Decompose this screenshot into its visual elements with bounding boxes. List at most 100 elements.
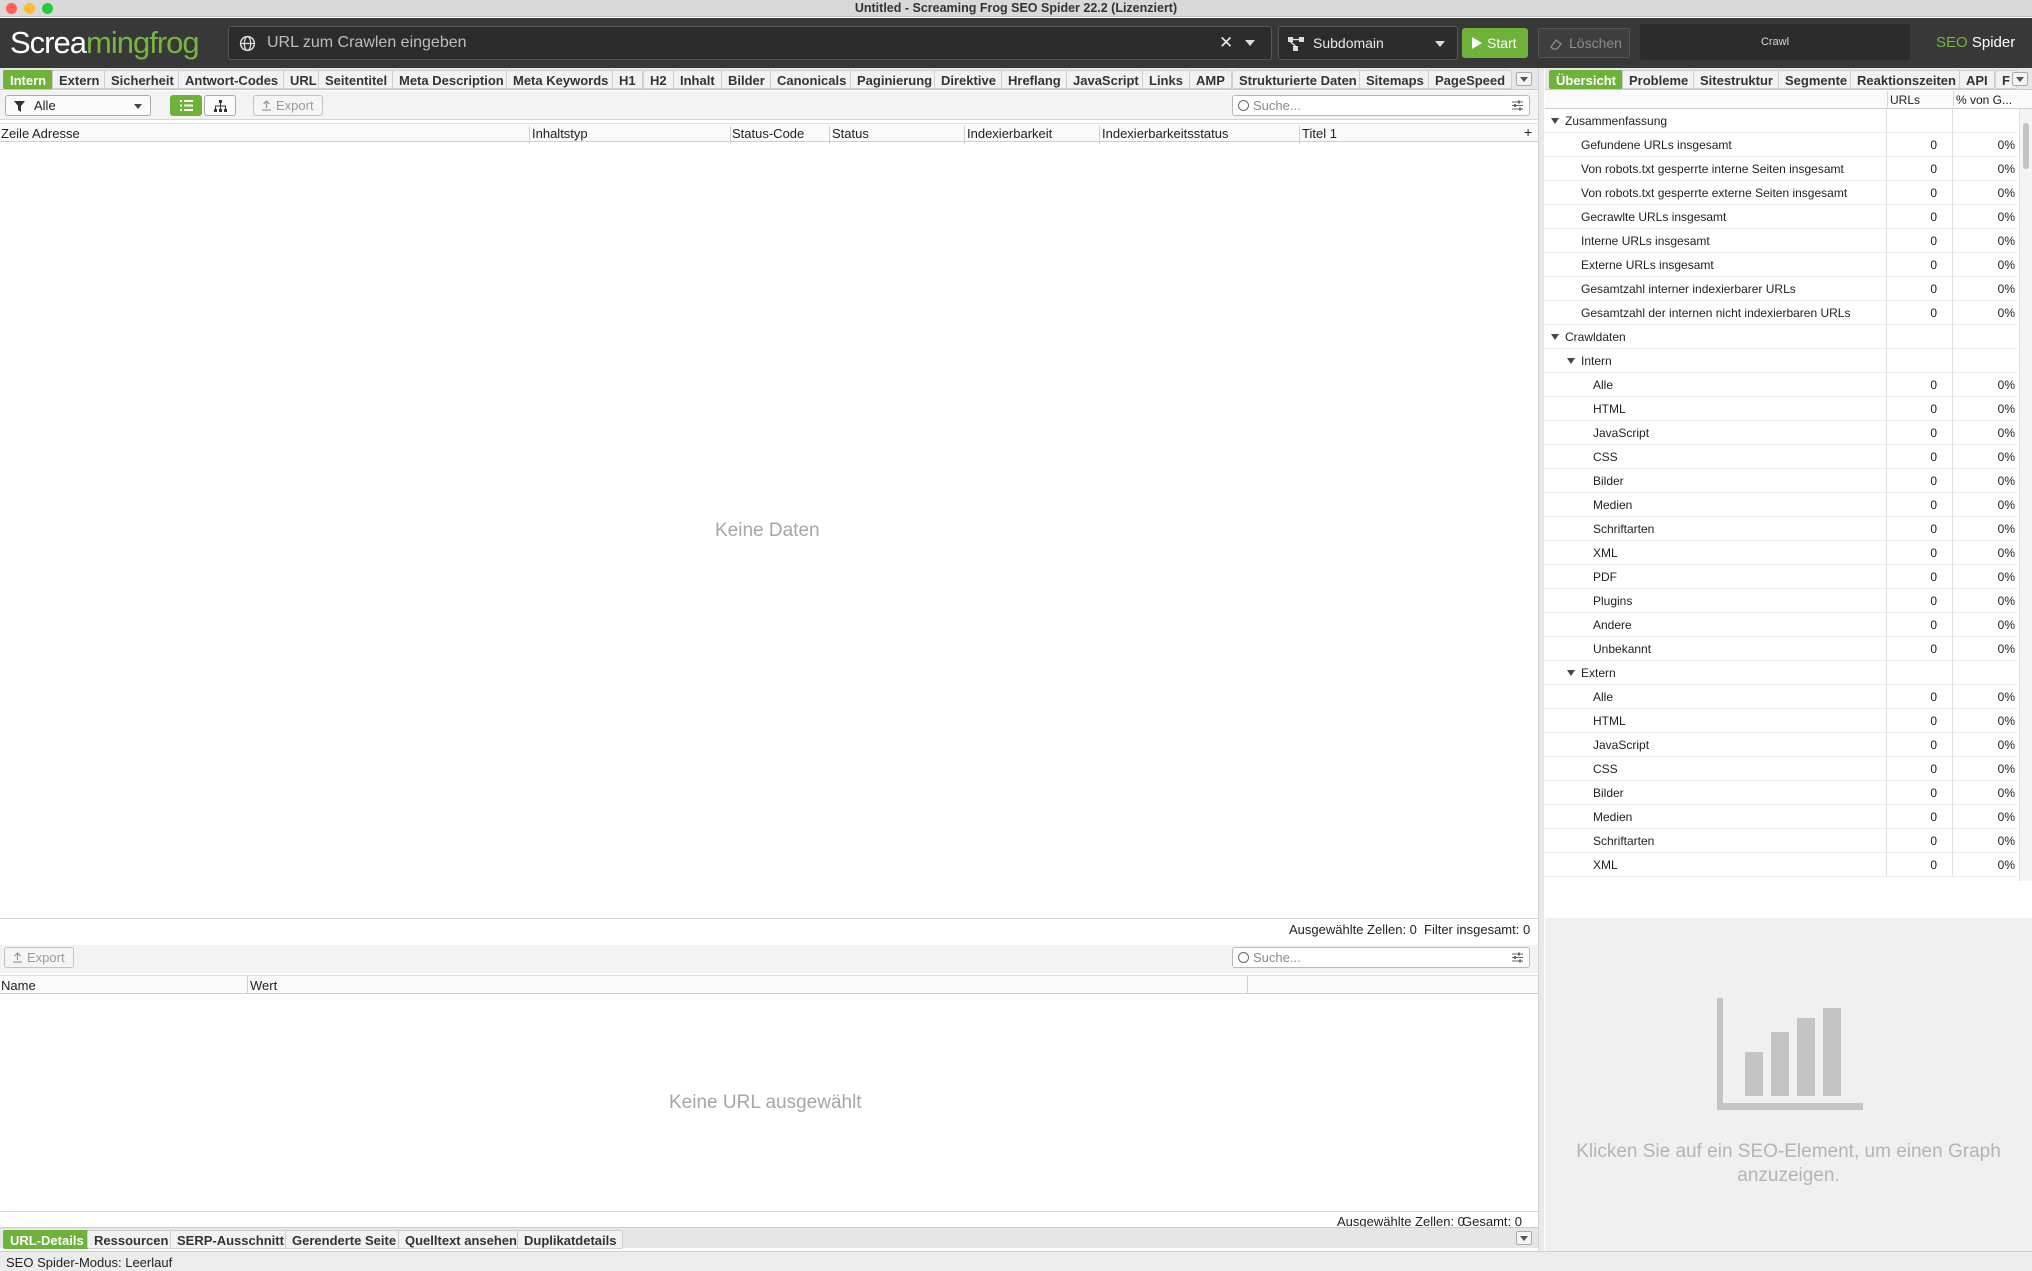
overview-row[interactable]: Andere 0 0%: [1545, 613, 2017, 637]
overview-row[interactable]: Bilder 0 0%: [1545, 469, 2017, 493]
tab-paginierung[interactable]: Paginierung: [850, 70, 940, 89]
more-tabs-dropdown[interactable]: [1516, 72, 1532, 86]
tab-sitestruktur[interactable]: Sitestruktur: [1693, 70, 1780, 89]
tab-segmente[interactable]: Segmente: [1778, 70, 1855, 89]
scrollbar-thumb[interactable]: [2023, 123, 2029, 169]
column-header-adresse[interactable]: Adresse: [32, 126, 80, 141]
column-header-wert[interactable]: Wert: [250, 978, 277, 993]
tab-api[interactable]: API: [1959, 70, 1995, 89]
tab-inhalt[interactable]: Inhalt: [673, 70, 722, 89]
column-divider[interactable]: [1099, 126, 1100, 144]
overview-row[interactable]: Gesamtzahl interner indexierbarer URLs 0 0…: [1545, 277, 2017, 301]
column-divider[interactable]: [1247, 976, 1248, 994]
tab-probleme[interactable]: Probleme: [1622, 70, 1696, 89]
add-column-icon[interactable]: +: [1524, 124, 1532, 140]
column-header-indexierbarkeitsstatus[interactable]: Indexierbarkeitsstatus: [1102, 126, 1228, 141]
tab-antwort-codes[interactable]: Antwort-Codes: [178, 70, 286, 89]
column-divider[interactable]: [529, 126, 530, 144]
overview-row[interactable]: CSS 0 0%: [1545, 757, 2017, 781]
url-history-dropdown-icon[interactable]: [1245, 40, 1255, 46]
clear-url-icon[interactable]: ✕: [1219, 33, 1233, 53]
more-right-tabs-dropdown[interactable]: [2012, 72, 2028, 86]
tree-group-row[interactable]: Zusammenfassung: [1545, 109, 2017, 133]
overview-row[interactable]: JavaScript 0 0%: [1545, 733, 2017, 757]
expand-arrow-icon[interactable]: [1567, 670, 1575, 676]
overview-row[interactable]: Schriftarten 0 0%: [1545, 829, 2017, 853]
column-header-status-code[interactable]: Status-Code: [732, 126, 804, 141]
tab-h1[interactable]: H1: [612, 70, 643, 89]
search-input[interactable]: [1253, 97, 1493, 114]
overview-row[interactable]: Medien 0 0%: [1545, 493, 2017, 517]
export-button[interactable]: Export: [253, 95, 323, 116]
overview-row[interactable]: Alle 0 0%: [1545, 685, 2017, 709]
tab-duplikatdetails[interactable]: Duplikatdetails: [517, 1230, 624, 1249]
column-header-titel-1[interactable]: Titel 1: [1302, 126, 1337, 141]
tab-ressourcen[interactable]: Ressourcen: [87, 1230, 176, 1249]
overview-row[interactable]: CSS 0 0%: [1545, 445, 2017, 469]
tab-extern[interactable]: Extern: [52, 70, 107, 89]
panel-splitter[interactable]: [1538, 68, 1544, 1251]
zoom-window-button[interactable]: [42, 3, 53, 14]
overview-row[interactable]: Externe URLs insgesamt 0 0%: [1545, 253, 2017, 277]
column-header-zeile[interactable]: Zeile: [1, 126, 29, 141]
column-divider[interactable]: [1299, 126, 1300, 144]
column-header-status[interactable]: Status: [832, 126, 869, 141]
expand-arrow-icon[interactable]: [1551, 118, 1559, 124]
overview-row[interactable]: Medien 0 0%: [1545, 805, 2017, 829]
column-header-name[interactable]: Name: [1, 978, 36, 993]
overview-row[interactable]: Gefundene URLs insgesamt 0 0%: [1545, 133, 2017, 157]
column-header-pct[interactable]: % von G...: [1953, 91, 2017, 109]
tab-amp[interactable]: AMP: [1189, 70, 1232, 89]
tab-serp-ausschnitt[interactable]: SERP-Ausschnitt: [170, 1230, 291, 1249]
tree-group-row[interactable]: Extern: [1545, 661, 2017, 685]
overview-row[interactable]: Alle 0 0%: [1545, 373, 2017, 397]
tab-strukturierte-daten[interactable]: Strukturierte Daten: [1232, 70, 1364, 89]
column-divider[interactable]: [247, 976, 248, 994]
tree-group-row[interactable]: Intern: [1545, 349, 2017, 373]
tab-uebersicht[interactable]: Übersicht: [1549, 70, 1623, 89]
column-header-urls[interactable]: URLs: [1887, 91, 1952, 109]
column-header-indexierbarkeit[interactable]: Indexierbarkeit: [967, 126, 1052, 141]
overview-row[interactable]: HTML 0 0%: [1545, 397, 2017, 421]
tab-sitemaps[interactable]: Sitemaps: [1359, 70, 1431, 89]
overview-row[interactable]: XML 0 0%: [1545, 853, 2017, 877]
tab-canonicals[interactable]: Canonicals: [770, 70, 854, 89]
tab-hreflang[interactable]: Hreflang: [1001, 70, 1068, 89]
column-divider[interactable]: [964, 126, 965, 144]
tab-gerenderte-seite[interactable]: Gerenderte Seite: [285, 1230, 404, 1249]
tab-h2[interactable]: H2: [643, 70, 674, 89]
overview-row[interactable]: Bilder 0 0%: [1545, 781, 2017, 805]
tab-sicherheit[interactable]: Sicherheit: [104, 70, 181, 89]
crawl-mode-select[interactable]: Subdomain: [1278, 26, 1458, 60]
details-export-button[interactable]: Export: [4, 947, 74, 968]
expand-arrow-icon[interactable]: [1551, 334, 1559, 340]
column-divider[interactable]: [829, 126, 830, 144]
overview-row[interactable]: JavaScript 0 0%: [1545, 421, 2017, 445]
tab-url-details[interactable]: URL-Details: [3, 1230, 91, 1249]
tab-meta-description[interactable]: Meta Description: [392, 70, 511, 89]
column-divider[interactable]: [730, 126, 731, 144]
tab-bilder[interactable]: Bilder: [721, 70, 772, 89]
search-options-icon[interactable]: [1512, 100, 1523, 111]
clear-button[interactable]: Löschen: [1538, 28, 1630, 58]
close-window-button[interactable]: [6, 3, 17, 14]
overview-row[interactable]: Unbekannt 0 0%: [1545, 637, 2017, 661]
overview-row[interactable]: PDF 0 0%: [1545, 565, 2017, 589]
overview-row[interactable]: Von robots.txt gesperrte interne Seiten …: [1545, 157, 2017, 181]
overview-scrollbar[interactable]: [2019, 109, 2032, 881]
tab-quelltext-ansehen[interactable]: Quelltext ansehen: [398, 1230, 524, 1249]
overview-row[interactable]: Gesamtzahl der internen nicht indexierba…: [1545, 301, 2017, 325]
tree-group-row[interactable]: Crawldaten: [1545, 325, 2017, 349]
overview-row[interactable]: Gecrawlte URLs insgesamt 0 0%: [1545, 205, 2017, 229]
expand-arrow-icon[interactable]: [1567, 358, 1575, 364]
overview-row[interactable]: XML 0 0%: [1545, 541, 2017, 565]
tab-reaktionszeiten[interactable]: Reaktionszeiten: [1850, 70, 1963, 89]
tab-seitentitel[interactable]: Seitentitel: [318, 70, 395, 89]
tab-direktive[interactable]: Direktive: [934, 70, 1003, 89]
tab-pagespeed[interactable]: PageSpeed: [1428, 70, 1513, 89]
filter-select[interactable]: Alle: [5, 95, 151, 116]
tab-meta-keywords[interactable]: Meta Keywords: [506, 70, 616, 89]
tree-view-button[interactable]: [204, 95, 236, 116]
column-header-inhaltstyp[interactable]: Inhaltstyp: [532, 126, 588, 141]
overview-row[interactable]: Von robots.txt gesperrte externe Seiten …: [1545, 181, 2017, 205]
